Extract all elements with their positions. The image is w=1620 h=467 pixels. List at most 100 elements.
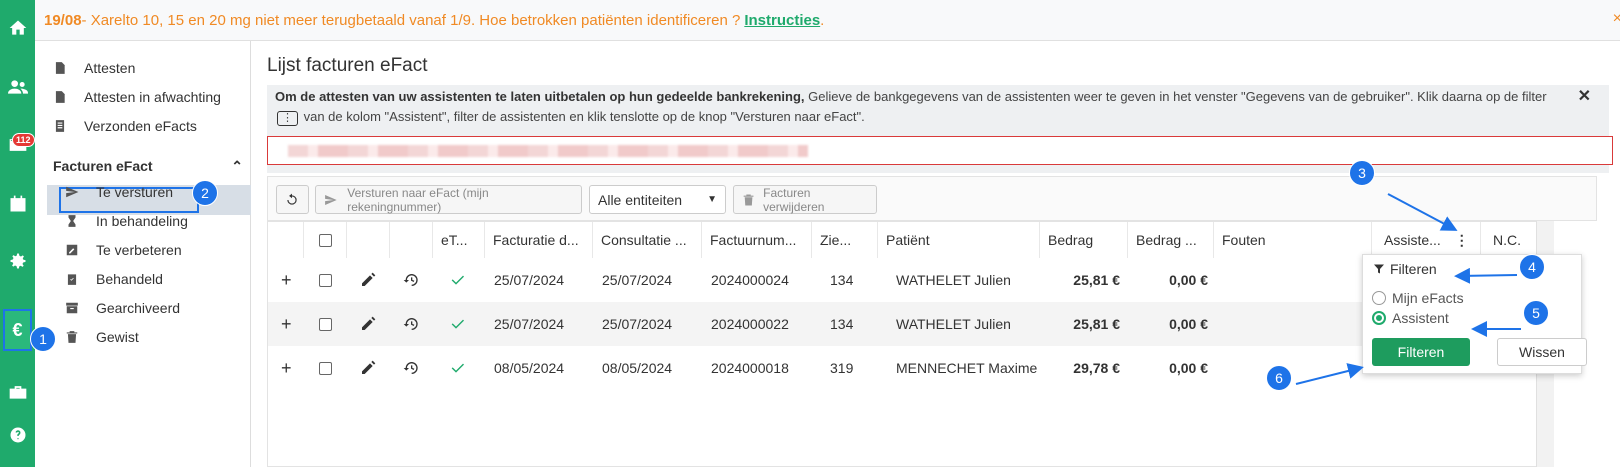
cell-patient: WATHELET Julien [896, 272, 1011, 288]
cell-mutual: 319 [830, 360, 854, 376]
table-row[interactable]: + 08/05/2024 08/05/2024 2024000018 319 M… [268, 346, 1546, 390]
cell-invoice-date: 25/07/2024 [494, 316, 565, 332]
col-assistant[interactable]: Assiste... ⋮ [1372, 222, 1481, 258]
edit-icon [66, 244, 78, 256]
cell-invoice-number: 2024000018 [711, 360, 789, 376]
check-icon [450, 258, 466, 302]
toolbox-icon[interactable] [0, 375, 35, 409]
sidebar-item-sent-efacts[interactable]: Verzonden eFacts [53, 112, 269, 140]
history-icon[interactable] [403, 258, 419, 302]
document-icon [55, 91, 65, 103]
table-row[interactable]: + 25/07/2024 25/07/2024 2024000024 134 W… [268, 258, 1546, 302]
col-efact[interactable]: eT... [433, 222, 485, 258]
kebab-menu-icon: ⋮ [277, 111, 298, 126]
gear-icon[interactable] [0, 244, 35, 278]
cell-amount: 25,81 € [1073, 316, 1120, 332]
row-checkbox[interactable] [319, 302, 332, 346]
sidebar-item-attesten-pending[interactable]: Attesten in afwachting [53, 83, 269, 111]
cell-invoice-date: 08/05/2024 [494, 360, 565, 376]
select-all-checkbox[interactable] [318, 233, 332, 247]
pencil-icon[interactable] [360, 258, 376, 302]
close-icon[interactable]: ✕ [1578, 87, 1591, 107]
send-efact-button[interactable]: Versturen naar eFact (mijn rekeningnumme… [315, 185, 582, 214]
history-icon[interactable] [403, 346, 419, 390]
euro-icon[interactable]: € [3, 309, 32, 351]
banner-link[interactable]: Instructies [744, 12, 820, 29]
document-icon [55, 62, 65, 74]
apply-filter-button[interactable]: Filteren [1372, 338, 1470, 366]
sidebar: Attesten Attesten in afwachting Verzonde… [35, 41, 251, 467]
cell-mutual: 134 [830, 272, 854, 288]
expand-row-icon[interactable]: + [281, 346, 292, 390]
users-icon[interactable] [0, 70, 35, 104]
col-invoice-date[interactable]: Facturatie d... [485, 222, 593, 258]
radio-assistant[interactable]: Assistent [1372, 310, 1449, 326]
pencil-icon[interactable] [360, 302, 376, 346]
col-invoice-number[interactable]: Factuurnum... [702, 222, 812, 258]
clipboard-check-icon [67, 274, 77, 285]
sidebar-item-processed[interactable]: Behandeld [65, 265, 281, 293]
mail-badge: 112 [12, 133, 35, 147]
announcement-banner: 19/08 - Xarelto 10, 15 en 20 mg niet mee… [35, 0, 1620, 41]
delete-invoices-button[interactable]: Facturen verwijderen [733, 185, 877, 214]
cell-consult-date: 08/05/2024 [602, 360, 673, 376]
col-errors[interactable]: Fouten [1214, 222, 1372, 258]
sidebar-item-deleted[interactable]: Gewist [65, 323, 281, 351]
sidebar-section-efact[interactable]: Facturen eFact ⌃ [53, 158, 243, 175]
col-amount[interactable]: Bedrag [1040, 222, 1128, 258]
check-icon [450, 346, 466, 390]
radio-button[interactable] [1372, 291, 1386, 305]
column-menu-kebab-icon[interactable]: ⋮ [1455, 232, 1469, 249]
hourglass-icon [68, 215, 76, 227]
help-icon[interactable] [0, 418, 35, 452]
table-row[interactable]: + 25/07/2024 25/07/2024 2024000022 134 W… [268, 302, 1546, 346]
sidebar-item-in-progress[interactable]: In behandeling [65, 207, 281, 235]
col-select-all[interactable] [304, 222, 347, 258]
icon-rail: 112 € [0, 0, 35, 467]
history-icon[interactable] [403, 302, 419, 346]
send-icon [325, 194, 337, 205]
sidebar-item-attesten[interactable]: Attesten [53, 54, 269, 82]
sidebar-item-archived[interactable]: Gearchiveerd [65, 294, 281, 322]
cell-consult-date: 25/07/2024 [602, 272, 673, 288]
sidebar-item-to-correct[interactable]: Te verbeteren [65, 236, 281, 264]
row-checkbox[interactable] [319, 346, 332, 390]
annotation-badge-2: 2 [192, 180, 218, 206]
cell-mutual: 134 [830, 316, 854, 332]
col-consult-date[interactable]: Consultatie ... [593, 222, 702, 258]
banner-close-icon[interactable]: × [1613, 10, 1620, 28]
cell-patient: MENNECHET Maxime [896, 360, 1038, 376]
sidebar-item-to-send[interactable]: Te versturen [65, 178, 281, 206]
refresh-button[interactable] [276, 185, 309, 214]
page-title: Lijst facturen eFact [267, 55, 428, 76]
archive-icon [66, 302, 78, 314]
cell-amount-2: 0,00 € [1169, 316, 1208, 332]
row-checkbox[interactable] [319, 258, 332, 302]
col-expand [268, 222, 304, 258]
caret-down-icon: ▼ [707, 194, 717, 205]
invoice-grid: eT... Facturatie d... Consultatie ... Fa… [267, 221, 1546, 467]
banner-date: 19/08 [44, 11, 82, 29]
col-mutual[interactable]: Zie... [812, 222, 878, 258]
check-icon [450, 302, 466, 346]
home-icon[interactable] [0, 11, 35, 45]
radio-my-efacts[interactable]: Mijn eFacts [1372, 290, 1464, 306]
list-document-icon [55, 120, 65, 132]
col-patient[interactable]: Patiënt [878, 222, 1040, 258]
cell-amount: 29,78 € [1073, 360, 1120, 376]
cell-amount-2: 0,00 € [1169, 272, 1208, 288]
pencil-icon[interactable] [360, 346, 376, 390]
entity-select[interactable]: Alle entiteiten ▼ [589, 185, 726, 214]
banner-message: - Xarelto 10, 15 en 20 mg niet meer teru… [81, 11, 741, 29]
info-text-1: Gelieve de bankgegevens van de assistent… [804, 89, 1547, 104]
calendar-icon[interactable] [0, 187, 35, 221]
expand-row-icon[interactable]: + [281, 258, 292, 302]
chevron-up-icon[interactable]: ⌃ [231, 158, 243, 175]
expand-row-icon[interactable]: + [281, 302, 292, 346]
radio-button-selected[interactable] [1372, 311, 1386, 325]
col-history [390, 222, 433, 258]
cell-invoice-number: 2024000024 [711, 272, 789, 288]
clear-filter-button[interactable]: Wissen [1497, 338, 1587, 366]
annotation-badge-1: 1 [30, 326, 56, 352]
col-amount-2[interactable]: Bedrag ... [1128, 222, 1214, 258]
